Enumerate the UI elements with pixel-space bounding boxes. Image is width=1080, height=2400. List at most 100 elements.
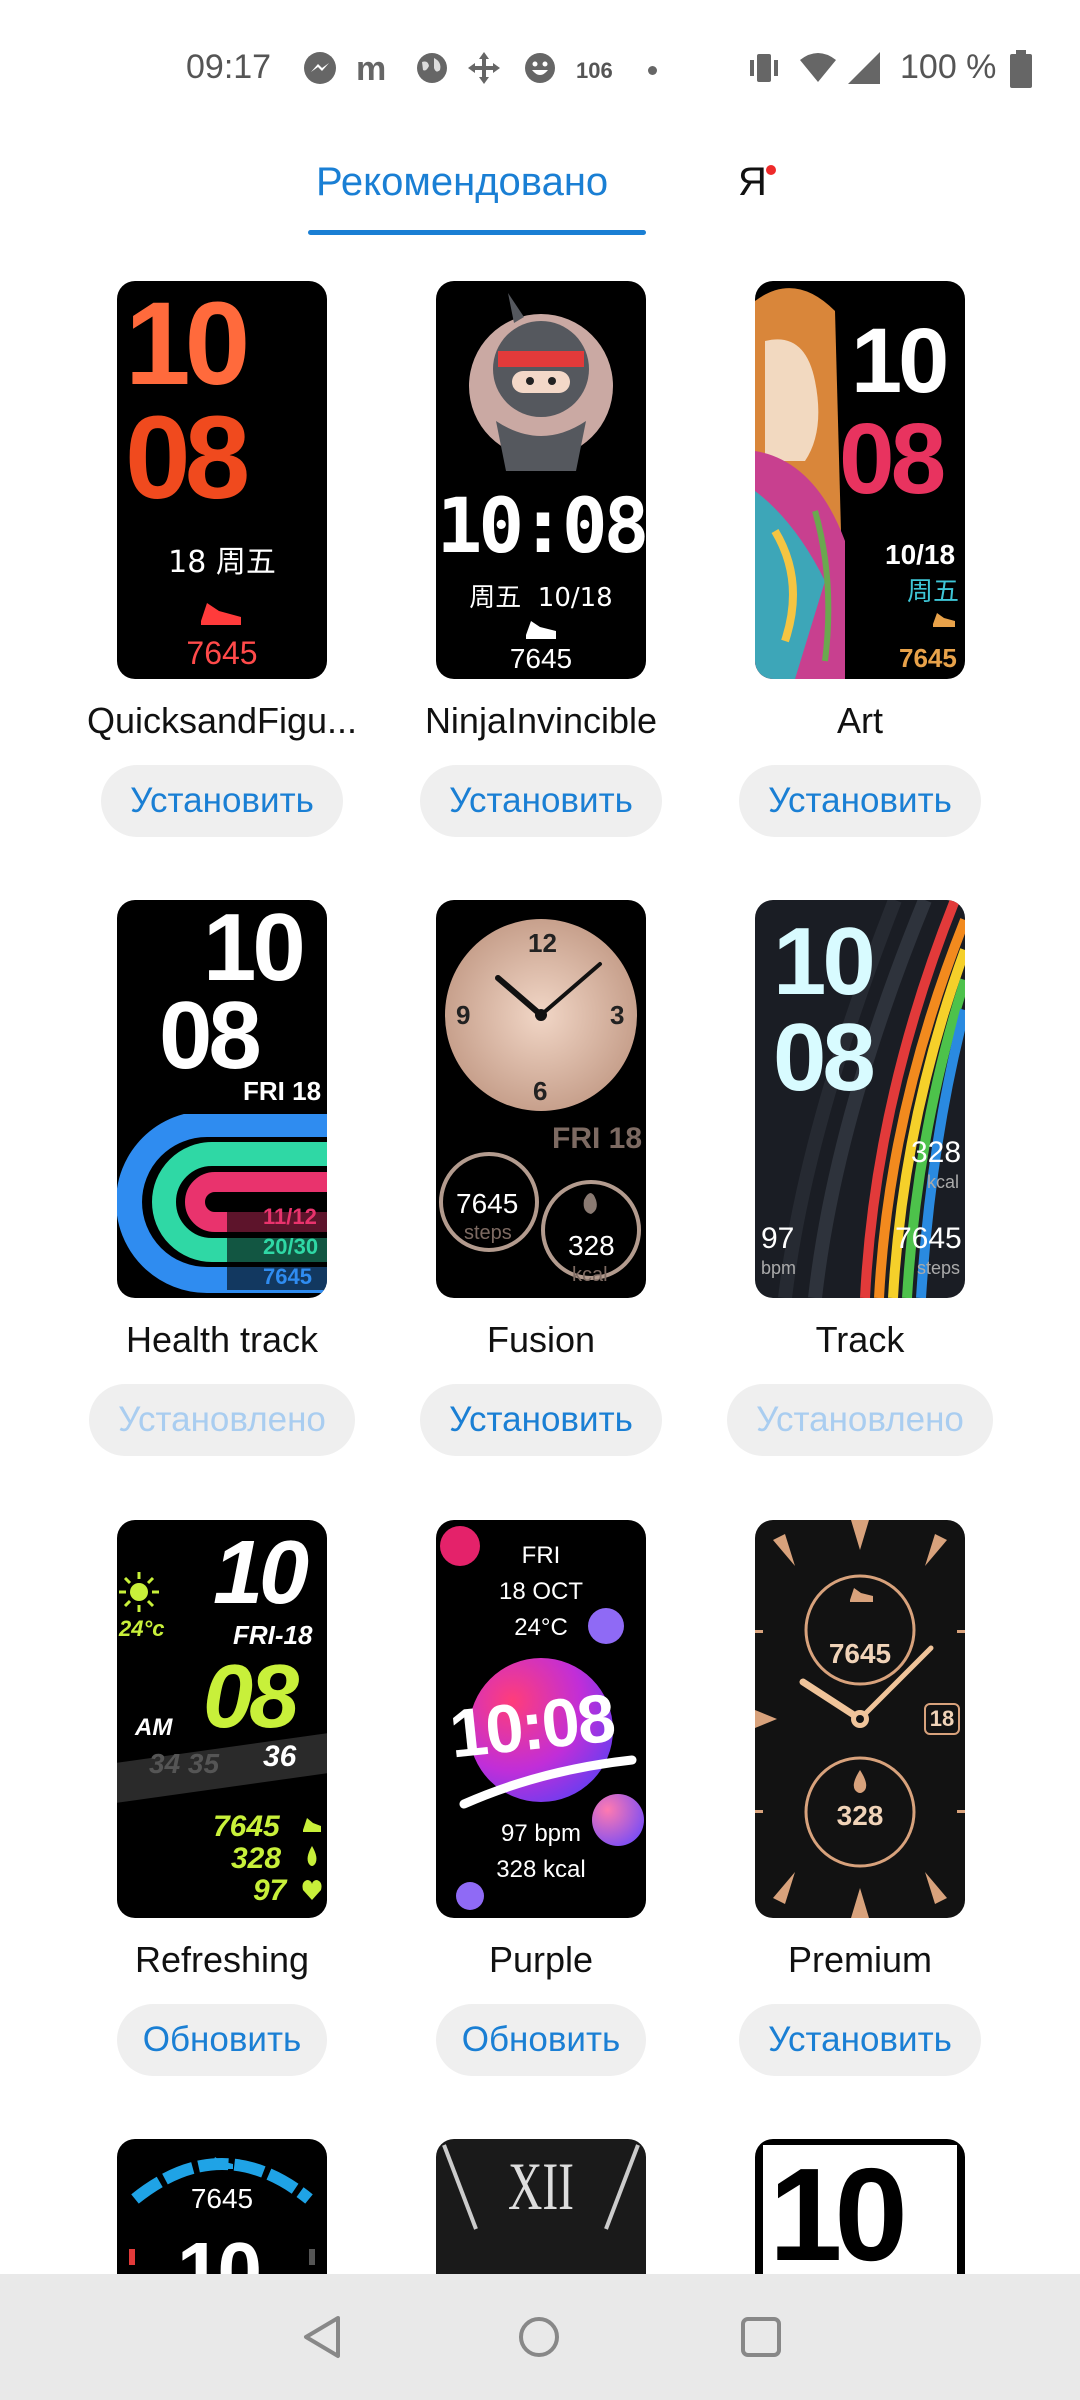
install-button[interactable]: Установить: [420, 765, 662, 837]
watch-face-preview-health-track[interactable]: 10 08 FRI 18 11/12 20/30 7645: [117, 900, 327, 1298]
watch-face-preview-sport[interactable]: 7645 10: [117, 2139, 327, 2274]
vibrate-icon: [750, 54, 778, 82]
watch-face-preview-bold[interactable]: 10: [755, 2139, 965, 2274]
face-minute: 08: [773, 1004, 876, 1111]
face-steps: 7645: [456, 1188, 519, 1219]
notification-count: 106: [576, 58, 613, 83]
face-steps-label: steps: [917, 1258, 961, 1278]
face-date: FRI 18: [243, 1076, 322, 1106]
back-icon[interactable]: [300, 2314, 344, 2360]
install-button[interactable]: Установить: [420, 1384, 662, 1456]
face-date: 周五 10/18: [469, 583, 613, 613]
face-seconds-prev: 34 35: [149, 1748, 220, 1779]
face-kcal: 328: [568, 1230, 615, 1261]
globe-icon: [417, 53, 447, 83]
more-dot-icon: [648, 66, 657, 75]
battery-percent: 100 %: [900, 48, 997, 86]
status-time: 09:17: [186, 48, 272, 86]
face-minute: 08: [203, 1647, 299, 1747]
refreshing-stat-icons: [302, 1818, 322, 1900]
face-kcal: 328: [911, 1136, 962, 1169]
emoji-icon: [525, 53, 555, 83]
watch-face-preview-premium[interactable]: 7645 328 18: [755, 1520, 965, 1918]
wifi-icon: [800, 53, 836, 82]
face-kcal: 328: [836, 1800, 884, 1831]
face-stat-activity: 11/12: [263, 1204, 317, 1229]
tab-me[interactable]: Я: [738, 160, 767, 205]
watch-face-preview-refreshing[interactable]: 24°c 10 FRI-18 08 AM 34 35 36 7645 328 9…: [117, 1520, 327, 1918]
messenger-icon: [304, 52, 336, 84]
face-stat-exercise: 20/30: [263, 1234, 319, 1259]
face-steps: 7645: [190, 2183, 254, 2214]
face-hour: 10: [773, 908, 876, 1015]
face-steps-label: steps: [464, 1222, 512, 1244]
face-kcal-label: kcal: [927, 1172, 960, 1192]
battery-icon: [1010, 50, 1032, 88]
install-button[interactable]: Установить: [739, 2004, 981, 2076]
face-steps: 7645: [509, 643, 573, 674]
face-hour: 10: [125, 281, 250, 410]
face-numeral: XII: [507, 2148, 575, 2224]
face-steps: 7645: [899, 643, 957, 673]
watch-face-preview-track[interactable]: 10 08 328 kcal 97 bpm 7645 steps: [755, 900, 965, 1298]
watch-face-preview-fusion[interactable]: 12 3 6 9 FRI 18 7645 steps 328 kcal: [436, 900, 646, 1298]
dial-12: 12: [528, 928, 557, 958]
watch-face-name: Art: [836, 700, 883, 741]
navigation-bar: [0, 2274, 1080, 2400]
face-date: 18 周五: [168, 545, 276, 580]
watch-face-name: Purple: [488, 1939, 594, 1980]
install-button[interactable]: Установить: [739, 765, 981, 837]
watch-face-preview-purple[interactable]: FRI 18 OCT 24°C 10:08 97 bpm 328 kcal: [436, 1520, 646, 1918]
dial-9: 9: [456, 1000, 471, 1030]
shoe-icon: [933, 613, 955, 627]
dial-6: 6: [533, 1076, 548, 1106]
face-minute: 08: [159, 982, 262, 1089]
face-bpm-label: bpm: [761, 1258, 797, 1278]
face-hour: 10: [769, 2141, 908, 2275]
update-button[interactable]: Обновить: [117, 2004, 327, 2076]
svg-text:m: m: [356, 50, 386, 86]
face-temperature: 24°C: [514, 1614, 568, 1641]
face-steps: 7645: [213, 1810, 280, 1843]
face-date: FRI 18: [552, 1122, 643, 1155]
m-app-icon: m: [356, 50, 386, 86]
active-tab-indicator: [308, 230, 646, 235]
face-time: 10:08: [436, 481, 646, 570]
face-bpm: 97: [253, 1874, 287, 1907]
watch-face-preview-roman[interactable]: XII: [436, 2139, 646, 2274]
face-date: 18: [929, 1706, 955, 1731]
face-weekday: FRI: [521, 1542, 561, 1569]
tab-recommended[interactable]: Рекомендовано: [316, 160, 608, 205]
face-hour: 10: [851, 310, 949, 412]
watch-face-preview-ninja[interactable]: 10:08 周五 10/18 7645: [436, 281, 646, 679]
face-bpm: 97: [761, 1222, 795, 1255]
face-bpm: 97 bpm: [500, 1820, 582, 1847]
face-hour: 10: [213, 1523, 309, 1623]
new-badge-dot: [766, 165, 776, 175]
watch-face-name: Premium: [787, 1939, 933, 1980]
shoe-icon: [526, 621, 556, 639]
face-kcal-label: kcal: [572, 1264, 608, 1286]
face-steps: 7645: [828, 1638, 892, 1669]
watch-face-name: Refreshing: [134, 1939, 310, 1980]
watch-face-name: Health track: [125, 1319, 319, 1360]
installed-status-button: Установлено: [727, 1384, 993, 1456]
face-kcal: 328 kcal: [496, 1856, 586, 1883]
dial-3: 3: [610, 1000, 625, 1030]
face-steps: 7645: [895, 1222, 962, 1255]
face-weekday: 周五: [907, 577, 960, 607]
home-icon[interactable]: [516, 2314, 562, 2360]
face-date: 18 OCT: [498, 1578, 584, 1605]
face-kcal: 328: [231, 1842, 282, 1875]
face-minute: 08: [839, 403, 946, 515]
face-stat-steps: 7645: [263, 1264, 312, 1289]
watch-face-preview-art[interactable]: 10 08 10/18 周五 7645: [755, 281, 965, 679]
watch-face-name: Fusion: [486, 1319, 596, 1360]
recents-icon[interactable]: [740, 2316, 782, 2358]
face-date: 10/18: [885, 539, 956, 570]
update-button[interactable]: Обновить: [436, 2004, 646, 2076]
install-button[interactable]: Установить: [101, 765, 343, 837]
watch-face-preview-quicksand[interactable]: 10 08 18 周五 7645: [117, 281, 327, 679]
signal-icon: [848, 52, 880, 84]
watch-face-name: Track: [815, 1319, 905, 1360]
